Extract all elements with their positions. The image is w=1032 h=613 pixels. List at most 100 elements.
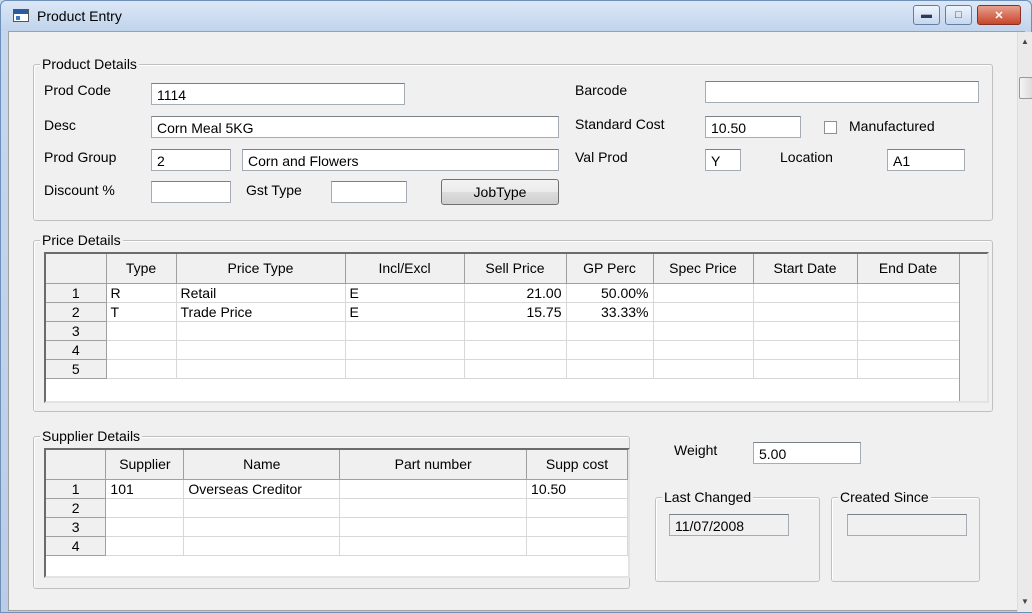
standard-cost-field[interactable]: 10.50	[705, 116, 801, 138]
column-header-gp-perc[interactable]: GP Perc	[566, 254, 654, 284]
cell-spec-price[interactable]	[653, 340, 754, 360]
cell-sell-price[interactable]	[464, 340, 567, 360]
column-header-supp-cost[interactable]: Supp cost	[526, 450, 628, 480]
column-header-spec-price[interactable]: Spec Price	[653, 254, 754, 284]
column-header-sell-price[interactable]: Sell Price	[464, 254, 567, 284]
table-row[interactable]: 1 101 Overseas Creditor 10.50	[46, 479, 628, 499]
cell-end-date[interactable]	[857, 359, 960, 379]
scroll-up-arrow-icon[interactable]: ▲	[1021, 37, 1029, 46]
table-row[interactable]: 1 R Retail E 21.00 50.00%	[46, 283, 960, 303]
row-header[interactable]: 2	[46, 302, 107, 322]
cell-start-date[interactable]	[753, 321, 858, 341]
gst-type-field[interactable]	[331, 181, 407, 203]
cell-type[interactable]: R	[106, 283, 177, 303]
cell-gp-perc[interactable]: 33.33%	[566, 302, 654, 322]
manufactured-checkbox[interactable]	[824, 121, 837, 134]
cell-supp-cost[interactable]	[526, 517, 628, 537]
cell-supp-cost[interactable]	[526, 498, 628, 518]
location-field[interactable]: A1	[887, 149, 965, 171]
cell-incl-excl[interactable]: E	[345, 283, 465, 303]
cell-name[interactable]	[183, 517, 341, 537]
cell-spec-price[interactable]	[653, 321, 754, 341]
cell-gp-perc[interactable]	[566, 359, 654, 379]
cell-supp-cost[interactable]: 10.50	[526, 479, 628, 499]
table-row[interactable]: 3	[46, 321, 960, 341]
column-header-supplier[interactable]: Supplier	[105, 450, 185, 480]
cell-spec-price[interactable]	[653, 302, 754, 322]
title-bar[interactable]: Product Entry ▬ □ ✕	[1, 1, 1031, 31]
table-row[interactable]: 4	[46, 340, 960, 360]
cell-price-type[interactable]	[176, 321, 346, 341]
cell-sell-price[interactable]: 21.00	[464, 283, 567, 303]
row-header[interactable]: 3	[46, 321, 107, 341]
table-row[interactable]: 2 T Trade Price E 15.75 33.33%	[46, 302, 960, 322]
cell-spec-price[interactable]	[653, 283, 754, 303]
cell-type[interactable]	[106, 321, 177, 341]
column-header-incl-excl[interactable]: Incl/Excl	[345, 254, 465, 284]
scroll-down-arrow-icon[interactable]: ▼	[1021, 597, 1029, 606]
row-header[interactable]: 3	[46, 517, 107, 537]
cell-incl-excl[interactable]	[345, 359, 465, 379]
jobtype-button[interactable]: JobType	[441, 179, 559, 205]
table-row[interactable]: 5	[46, 359, 960, 379]
row-header[interactable]: 2	[46, 498, 107, 518]
row-header[interactable]: 4	[46, 340, 107, 360]
cell-name[interactable]	[183, 498, 341, 518]
cell-sell-price[interactable]	[464, 359, 567, 379]
cell-start-date[interactable]	[753, 340, 858, 360]
cell-start-date[interactable]	[753, 302, 858, 322]
price-details-grid[interactable]: Type Price Type Incl/Excl Sell Price GP …	[44, 252, 989, 403]
cell-part-number[interactable]	[339, 536, 528, 556]
cell-incl-excl[interactable]: E	[345, 302, 465, 322]
cell-sell-price[interactable]	[464, 321, 567, 341]
cell-name[interactable]	[183, 536, 341, 556]
table-row[interactable]: 3	[46, 517, 628, 537]
prod-group-name-field[interactable]: Corn and Flowers	[242, 149, 559, 171]
cell-price-type[interactable]: Retail	[176, 283, 346, 303]
cell-price-type[interactable]: Trade Price	[176, 302, 346, 322]
row-header[interactable]: 1	[46, 479, 107, 499]
column-header-price-type[interactable]: Price Type	[176, 254, 346, 284]
close-button[interactable]: ✕	[977, 5, 1021, 25]
cell-type[interactable]	[106, 340, 177, 360]
cell-supp-cost[interactable]	[526, 536, 628, 556]
cell-end-date[interactable]	[857, 302, 960, 322]
cell-gp-perc[interactable]: 50.00%	[566, 283, 654, 303]
weight-field[interactable]: 5.00	[753, 442, 861, 464]
row-header[interactable]: 4	[46, 536, 107, 556]
val-prod-field[interactable]: Y	[705, 149, 741, 171]
row-header[interactable]: 5	[46, 359, 107, 379]
maximize-button[interactable]: □	[945, 5, 972, 25]
cell-name[interactable]: Overseas Creditor	[183, 479, 341, 499]
cell-sell-price[interactable]: 15.75	[464, 302, 567, 322]
scroll-thumb[interactable]	[1019, 77, 1032, 99]
cell-incl-excl[interactable]	[345, 321, 465, 341]
cell-type[interactable]: T	[106, 302, 177, 322]
cell-supplier[interactable]	[105, 536, 185, 556]
cell-incl-excl[interactable]	[345, 340, 465, 360]
discount-field[interactable]	[151, 181, 231, 203]
cell-gp-perc[interactable]	[566, 321, 654, 341]
supplier-details-grid[interactable]: Supplier Name Part number Supp cost 1 10…	[44, 448, 630, 578]
cell-start-date[interactable]	[753, 359, 858, 379]
prod-code-field[interactable]: 1114	[151, 83, 405, 105]
column-header-end-date[interactable]: End Date	[857, 254, 960, 284]
minimize-button[interactable]: ▬	[913, 5, 940, 25]
prod-group-code-field[interactable]: 2	[151, 149, 231, 171]
cell-supplier[interactable]: 101	[105, 479, 185, 499]
cell-gp-perc[interactable]	[566, 340, 654, 360]
table-row[interactable]: 2	[46, 498, 628, 518]
cell-part-number[interactable]	[339, 498, 528, 518]
column-header-type[interactable]: Type	[106, 254, 177, 284]
desc-field[interactable]: Corn Meal 5KG	[151, 116, 559, 138]
cell-supplier[interactable]	[105, 498, 185, 518]
column-header-start-date[interactable]: Start Date	[753, 254, 858, 284]
cell-spec-price[interactable]	[653, 359, 754, 379]
cell-price-type[interactable]	[176, 359, 346, 379]
cell-part-number[interactable]	[339, 517, 528, 537]
barcode-field[interactable]	[705, 81, 979, 103]
cell-supplier[interactable]	[105, 517, 185, 537]
vertical-scrollbar[interactable]: ▲ ▼	[1017, 32, 1032, 612]
cell-type[interactable]	[106, 359, 177, 379]
cell-start-date[interactable]	[753, 283, 858, 303]
